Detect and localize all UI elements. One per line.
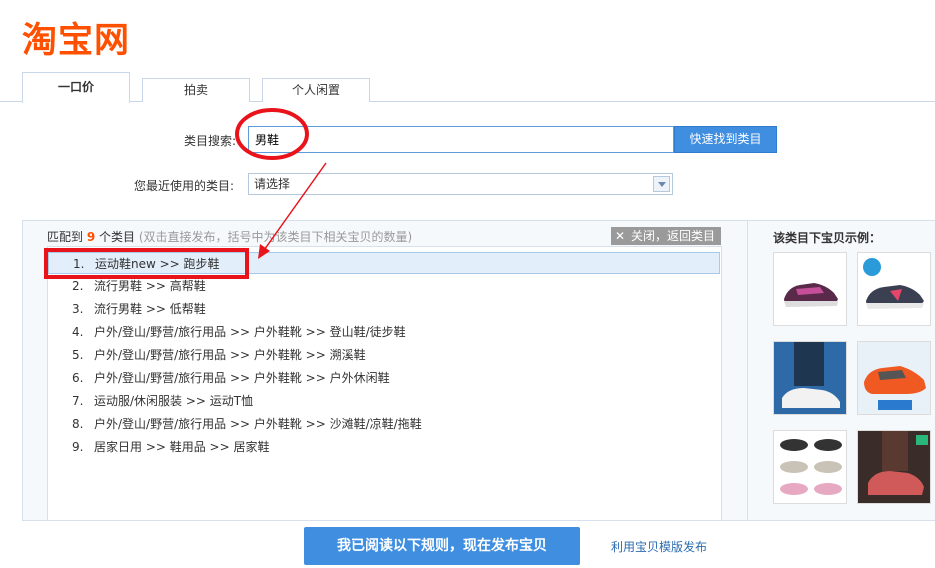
recent-category-value: 请选择: [254, 177, 291, 191]
sample-item-thumbnail[interactable]: [857, 430, 931, 504]
panel-divider: [747, 221, 748, 520]
tab-personal-idle[interactable]: 个人闲置: [262, 78, 370, 102]
sample-item-thumbnail[interactable]: [857, 341, 931, 415]
match-count: 9: [86, 230, 96, 244]
sample-item-thumbnail[interactable]: [857, 252, 931, 326]
result-category-path: 户外/登山/野营/旅行用品 >> 户外鞋靴 >> 登山鞋/徒步鞋: [94, 325, 406, 339]
category-search-input[interactable]: [248, 126, 674, 153]
result-category-path: 居家日用 >> 鞋用品 >> 居家鞋: [94, 440, 270, 454]
category-result-row[interactable]: 9. 居家日用 >> 鞋用品 >> 居家鞋: [48, 436, 720, 458]
publish-item-button[interactable]: 我已阅读以下规则，现在发布宝贝: [304, 527, 580, 565]
match-prefix: 匹配到: [47, 230, 84, 244]
sample-item-thumbnail[interactable]: [773, 252, 847, 326]
taobao-logo: 淘宝网: [22, 21, 131, 61]
result-number: 9.: [72, 440, 84, 454]
sample-item-thumbnail[interactable]: [773, 430, 847, 504]
recent-category-label: 您最近使用的类目:: [134, 179, 235, 193]
category-result-row[interactable]: 6. 户外/登山/野营/旅行用品 >> 户外鞋靴 >> 户外休闲鞋: [48, 367, 720, 389]
annotation-highlight-box: [44, 248, 249, 279]
sample-item-thumbnail[interactable]: [773, 341, 847, 415]
result-number: 6.: [72, 371, 84, 385]
listing-type-tabs: 一口价 拍卖 个人闲置: [0, 72, 935, 103]
category-result-row[interactable]: 4. 户外/登山/野营/旅行用品 >> 户外鞋靴 >> 登山鞋/徒步鞋: [48, 321, 720, 343]
result-category-path: 户外/登山/野营/旅行用品 >> 户外鞋靴 >> 户外休闲鞋: [94, 371, 390, 385]
sample-items-title: 该类目下宝贝示例：: [773, 231, 882, 245]
close-return-category-button[interactable]: ✕ 关闭，返回类目: [611, 227, 721, 245]
result-category-path: 流行男鞋 >> 高帮鞋: [94, 279, 206, 293]
result-category-path: 户外/登山/野营/旅行用品 >> 户外鞋靴 >> 溯溪鞋: [94, 348, 366, 362]
chevron-down-icon[interactable]: [653, 176, 670, 192]
close-icon: ✕: [615, 229, 626, 243]
result-category-path: 流行男鞋 >> 低帮鞋: [94, 302, 206, 316]
result-number: 4.: [72, 325, 84, 339]
result-category-path: 户外/登山/野营/旅行用品 >> 户外鞋靴 >> 沙滩鞋/凉鞋/拖鞋: [94, 417, 422, 431]
match-summary: 匹配到 9 个类目 (双击直接发布，括号中为该类目下相关宝贝的数量): [47, 228, 412, 245]
tab-auction[interactable]: 拍卖: [142, 78, 250, 102]
recent-category-select[interactable]: 请选择: [248, 173, 673, 195]
category-result-row[interactable]: 3. 流行男鞋 >> 低帮鞋: [48, 298, 720, 320]
result-number: 5.: [72, 348, 84, 362]
match-suffix: 个类目: [99, 230, 136, 244]
category-result-row[interactable]: 5. 户外/登山/野营/旅行用品 >> 户外鞋靴 >> 溯溪鞋: [48, 344, 720, 366]
category-result-row[interactable]: 7. 运动服/休闲服装 >> 运动T恤: [48, 390, 720, 412]
close-return-label: 关闭，返回类目: [631, 229, 716, 243]
match-hint: (双击直接发布，括号中为该类目下相关宝贝的数量): [138, 230, 413, 244]
quick-find-category-button[interactable]: 快速找到类目: [674, 126, 777, 153]
result-number: 7.: [72, 394, 84, 408]
result-category-path: 运动服/休闲服装 >> 运动T恤: [94, 394, 254, 408]
category-search-label: 类目搜索:: [184, 134, 237, 148]
template-publish-link[interactable]: 利用宝贝模版发布: [611, 538, 707, 555]
result-number: 3.: [72, 302, 84, 316]
result-number: 8.: [72, 417, 84, 431]
tab-fixed-price[interactable]: 一口价: [22, 72, 130, 103]
category-result-row[interactable]: 8. 户外/登山/野营/旅行用品 >> 户外鞋靴 >> 沙滩鞋/凉鞋/拖鞋: [48, 413, 720, 435]
